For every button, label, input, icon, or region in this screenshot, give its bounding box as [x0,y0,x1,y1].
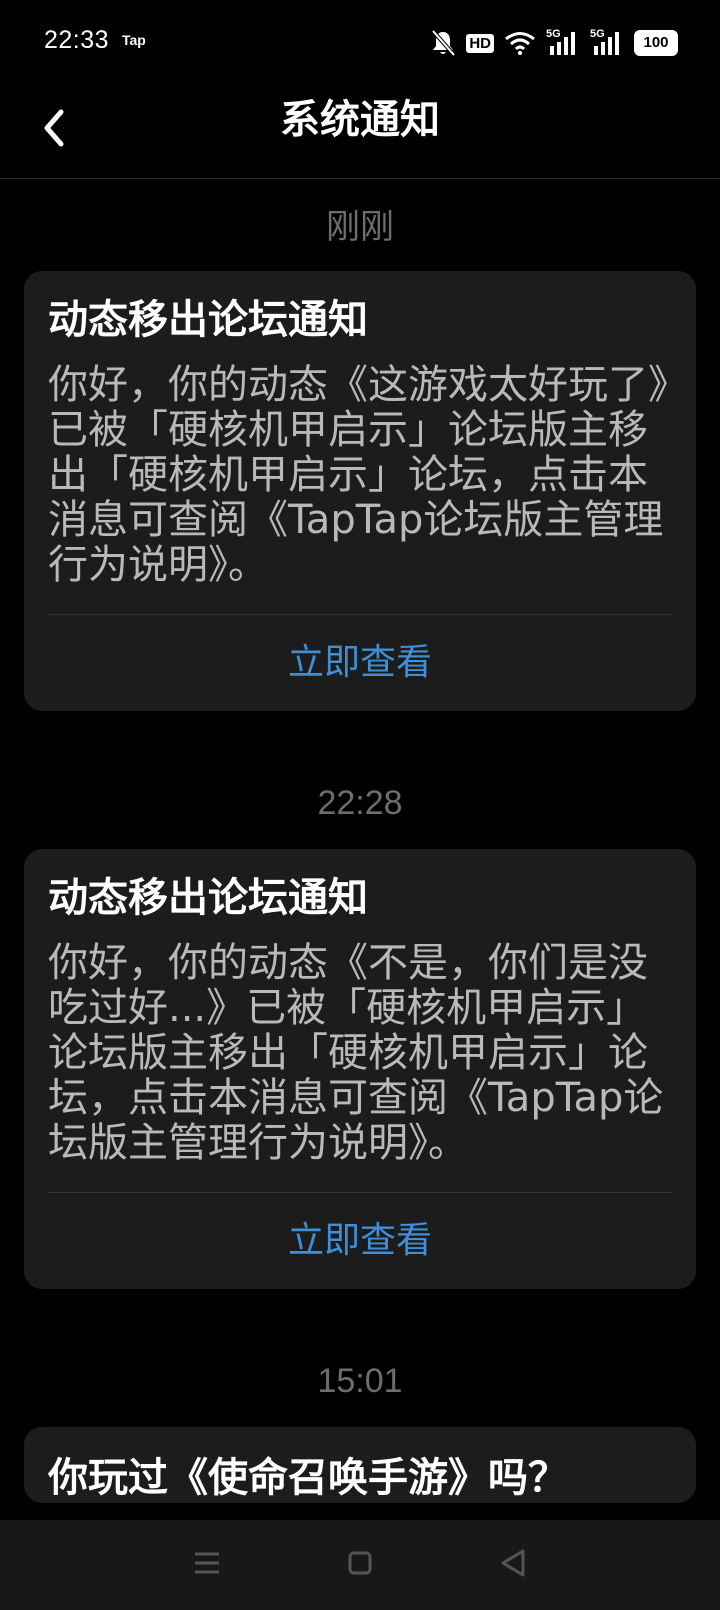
notification-body: 你好，你的动态《这游戏太好玩了》已被「硬核机甲启示」论坛版主移出「硬核机甲启示」… [48,363,672,615]
bell-muted-icon [430,29,456,57]
page-title: 系统通知 [280,97,440,143]
home-square-icon [346,1549,374,1581]
notification-card[interactable]: 你玩过《使命召唤手游》吗？ [24,1427,696,1503]
system-back-button[interactable] [483,1535,543,1595]
notification-title: 你玩过《使命召唤手游》吗？ [48,1455,568,1501]
status-icons: HD 5G 5G 100 [430,28,678,58]
notification-card[interactable]: 动态移出论坛通知 你好，你的动态《这游戏太好玩了》已被「硬核机甲启示」论坛版主移… [24,271,696,711]
taptap-notification-icon: Tap [122,32,146,48]
back-triangle-icon [499,1548,527,1582]
signal-5g-icon: 5G [590,28,624,56]
notification-body: 你好，你的动态《不是，你们是没吃过好...》已被「硬核机甲启示」论坛版主移出「硬… [48,941,672,1193]
hd-label: HD [466,33,494,53]
wifi-icon [504,31,536,55]
time-label: 刚刚 [326,208,394,246]
view-now-button[interactable]: 立即查看 [48,1193,672,1289]
time-label: 15:01 [317,1362,403,1400]
status-time: 22:33 [44,26,110,54]
navigation-bar [0,1520,720,1610]
notification-title: 动态移出论坛通知 [48,297,368,343]
notification-list[interactable]: 刚刚 动态移出论坛通知 你好，你的动态《这游戏太好玩了》已被「硬核机甲启示」论坛… [0,179,720,1520]
header: 系统通知 [0,86,720,179]
menu-icon [193,1550,221,1580]
battery-icon: 100 [634,30,678,56]
hd-icon: HD [466,33,494,53]
view-now-button[interactable]: 立即查看 [48,615,672,711]
notification-title: 动态移出论坛通知 [48,875,368,921]
signal-5g-icon: 5G [546,28,580,56]
time-label: 22:28 [317,784,403,822]
recent-apps-button[interactable] [177,1535,237,1595]
home-button[interactable] [330,1535,390,1595]
status-bar: 22:33 Tap HD 5G 5G 100 [0,0,720,86]
notification-card[interactable]: 动态移出论坛通知 你好，你的动态《不是，你们是没吃过好...》已被「硬核机甲启示… [24,849,696,1289]
